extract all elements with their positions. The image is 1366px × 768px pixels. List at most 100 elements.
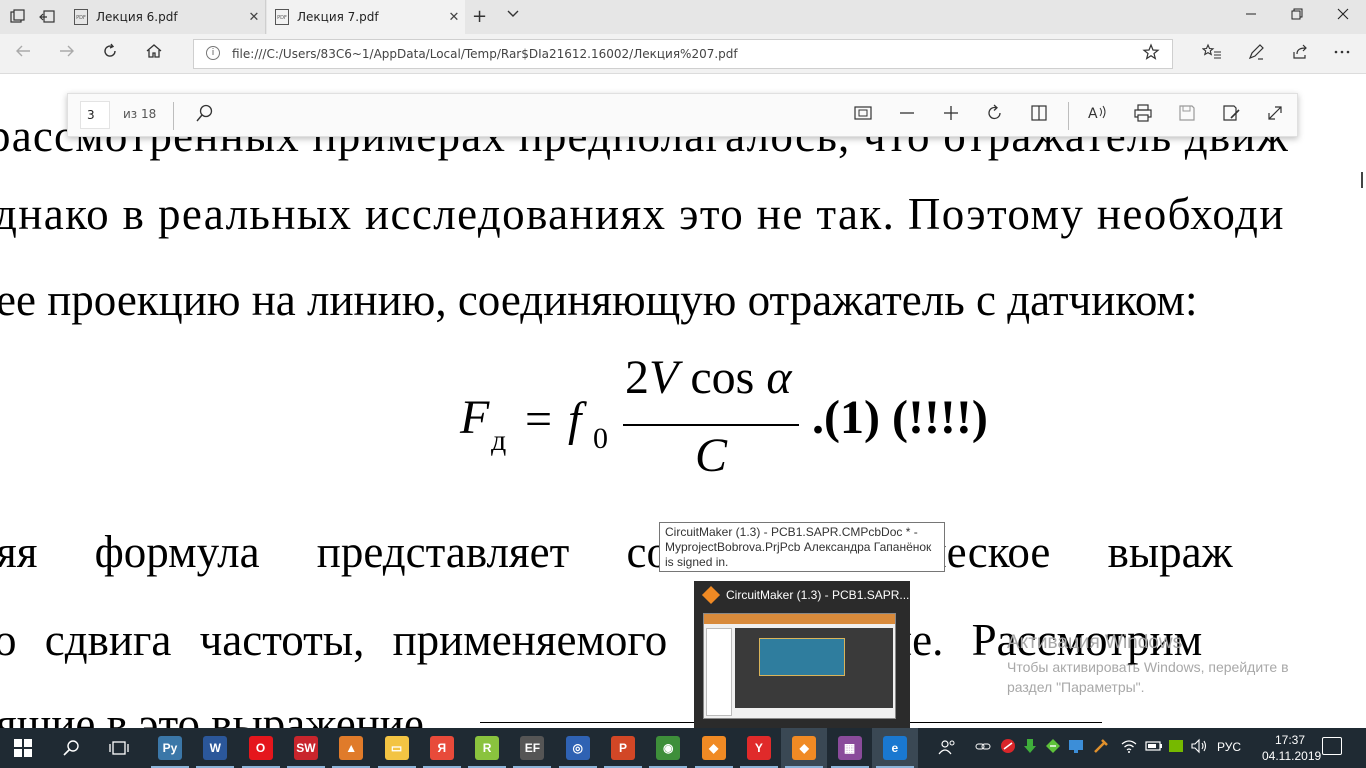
notification-center-icon[interactable] [1322,737,1342,755]
close-tab-icon[interactable]: ✕ [443,10,465,25]
favorite-star-icon[interactable] [1142,43,1160,66]
battery-icon[interactable] [1145,738,1163,758]
page-number-input[interactable]: 3 [80,101,110,129]
formula-lhs-subscript: д [491,424,507,457]
close-tab-icon[interactable]: ✕ [243,10,265,25]
rotate-icon[interactable] [982,103,1008,129]
taskbar-thumbnail-preview[interactable]: CircuitMaker (1.3) - PCB1.SAPR.... [694,581,913,728]
zoom-in-icon[interactable] [938,103,964,129]
link-tray-icon[interactable] [975,738,991,758]
taskbar-app-explorer[interactable]: ▭ [374,728,420,768]
taskbar-app-word[interactable]: W [192,728,238,768]
minimize-button[interactable] [1228,0,1274,34]
tab-lecture-6[interactable]: PDF Лекция 6.pdf ✕ [66,0,266,34]
people-icon[interactable] [938,738,956,760]
toolbar-divider [173,102,174,130]
monitor-tray-icon[interactable] [1068,738,1084,758]
save-as-icon[interactable] [1218,103,1244,129]
formula-f: f [568,393,582,446]
document-line-4: яя формула представляет собой классическ… [0,527,1233,577]
taskbar-app-matlab[interactable]: ▲ [328,728,374,768]
zoom-out-icon[interactable] [894,103,920,129]
thumbnail-title: CircuitMaker (1.3) - PCB1.SAPR.... [726,588,913,602]
fit-to-page-icon[interactable] [850,103,876,129]
address-toolbar: i file:///C:/Users/83C6~1/AppData/Local/… [0,34,1366,74]
clock[interactable]: 17:37 04.11.2019 [1262,732,1322,764]
download-tray-icon[interactable] [1022,738,1038,758]
more-options-icon[interactable] [1330,43,1354,65]
clock-date: 04.11.2019 [1262,749,1322,763]
numerator-alpha: α [766,351,792,404]
search-icon[interactable] [192,103,218,129]
document-line-2: днако в реальных исследованиях это не та… [0,189,1285,239]
taskbar-app-powerpoint[interactable]: P [600,728,646,768]
explorer-icon: ▭ [384,736,409,760]
back-arrow-icon[interactable] [10,42,36,65]
info-icon[interactable]: i [206,46,220,60]
taskbar-app-winrar[interactable]: ▦ [827,728,873,768]
tab-bar: PDF Лекция 6.pdf ✕ PDF Лекция 7.pdf ✕ + [0,0,1366,34]
windows-activation-watermark: Активация Windows Чтобы активировать Win… [1007,632,1337,697]
task-view-icon[interactable] [96,728,142,768]
close-window-button[interactable] [1320,0,1366,34]
taskbar-app-chrome[interactable]: ◉ [645,728,691,768]
circuitmaker-2-icon: ◆ [792,736,817,760]
search-icon[interactable] [48,728,94,768]
address-text: file:///C:/Users/83C6~1/AppData/Local/Te… [232,47,738,61]
pen-notes-icon[interactable] [1244,43,1268,65]
circuitmaker-1-icon: ◆ [701,736,726,760]
favorites-list-icon[interactable] [1200,43,1224,65]
tab-label: Лекция 6.pdf [96,10,178,24]
new-tab-button[interactable]: + [472,6,487,27]
save-icon[interactable] [1174,103,1200,129]
tab-actions-icon[interactable] [8,8,26,26]
taskbar-app-circle-app[interactable]: ◎ [555,728,601,768]
wifi-icon[interactable] [1120,738,1138,758]
razer-icon: R [475,736,500,760]
taskbar-app-circuitmaker-2[interactable]: ◆ [781,728,828,768]
formula-numerator: 2V cos α [625,350,792,405]
taskbar-app-enemy-front[interactable]: EF [509,728,555,768]
language-indicator[interactable]: РУС [1217,740,1241,754]
tools-tray-icon[interactable] [1093,738,1109,758]
taskbar-app-edge[interactable]: e [871,728,918,768]
restore-button[interactable] [1274,0,1320,34]
page-count: из 18 [123,107,157,121]
enemy-front-icon: EF [520,736,545,760]
document-line-3: ее проекцию на линию, соединяющую отража… [0,275,1198,325]
winrar-icon: ▦ [837,736,862,760]
tab-lecture-7[interactable]: PDF Лекция 7.pdf ✕ [267,0,465,34]
full-screen-icon[interactable] [1262,103,1288,129]
windows-logo-icon [14,739,32,757]
page-layout-icon[interactable] [1026,103,1052,129]
volume-icon[interactable] [1191,738,1209,758]
taskbar-app-razer[interactable]: R [464,728,510,768]
address-field[interactable]: i file:///C:/Users/83C6~1/AppData/Local/… [193,39,1173,69]
green-app-tray-icon[interactable] [1045,738,1061,758]
taskbar-app-yandex-disk[interactable]: Я [419,728,465,768]
toolbar-divider [1068,102,1069,130]
nvidia-tray-icon[interactable] [1168,738,1184,758]
set-tabs-aside-icon[interactable] [38,8,56,26]
taskbar-app-yandex-browser[interactable]: Y [736,728,782,768]
pdf-document-view: рассмотренных примерах предполагалось, ч… [0,74,1366,728]
taskbar-app-solidworks[interactable]: SW [283,728,329,768]
watermark-title: Активация Windows [1007,632,1183,653]
forward-arrow-icon[interactable] [54,42,80,65]
home-icon[interactable] [141,42,167,65]
word-icon: W [203,736,228,760]
taskbar-app-python[interactable]: Py [147,728,193,768]
read-aloud-icon[interactable]: A [1084,103,1110,129]
taskbar: Py W O SW ▲ ▭ Я R EF ◎ P ◉ ◆ Y ◆ ▦ e РУС 17:37 04.11.201… [0,728,1366,768]
pdf-toolbar: 3 из 18 A [67,93,1298,137]
circle-app-icon: ◎ [565,736,590,760]
tab-preview-chevron-icon[interactable] [506,6,520,24]
start-button[interactable] [0,728,46,768]
scrollbar-thumb[interactable] [1361,172,1363,188]
print-icon[interactable] [1130,103,1156,129]
refresh-icon[interactable] [97,42,123,65]
antivirus-tray-icon[interactable] [1000,738,1016,758]
share-icon[interactable] [1288,43,1312,65]
taskbar-app-opera[interactable]: O [238,728,284,768]
taskbar-app-circuitmaker-1[interactable]: ◆ [691,728,737,768]
